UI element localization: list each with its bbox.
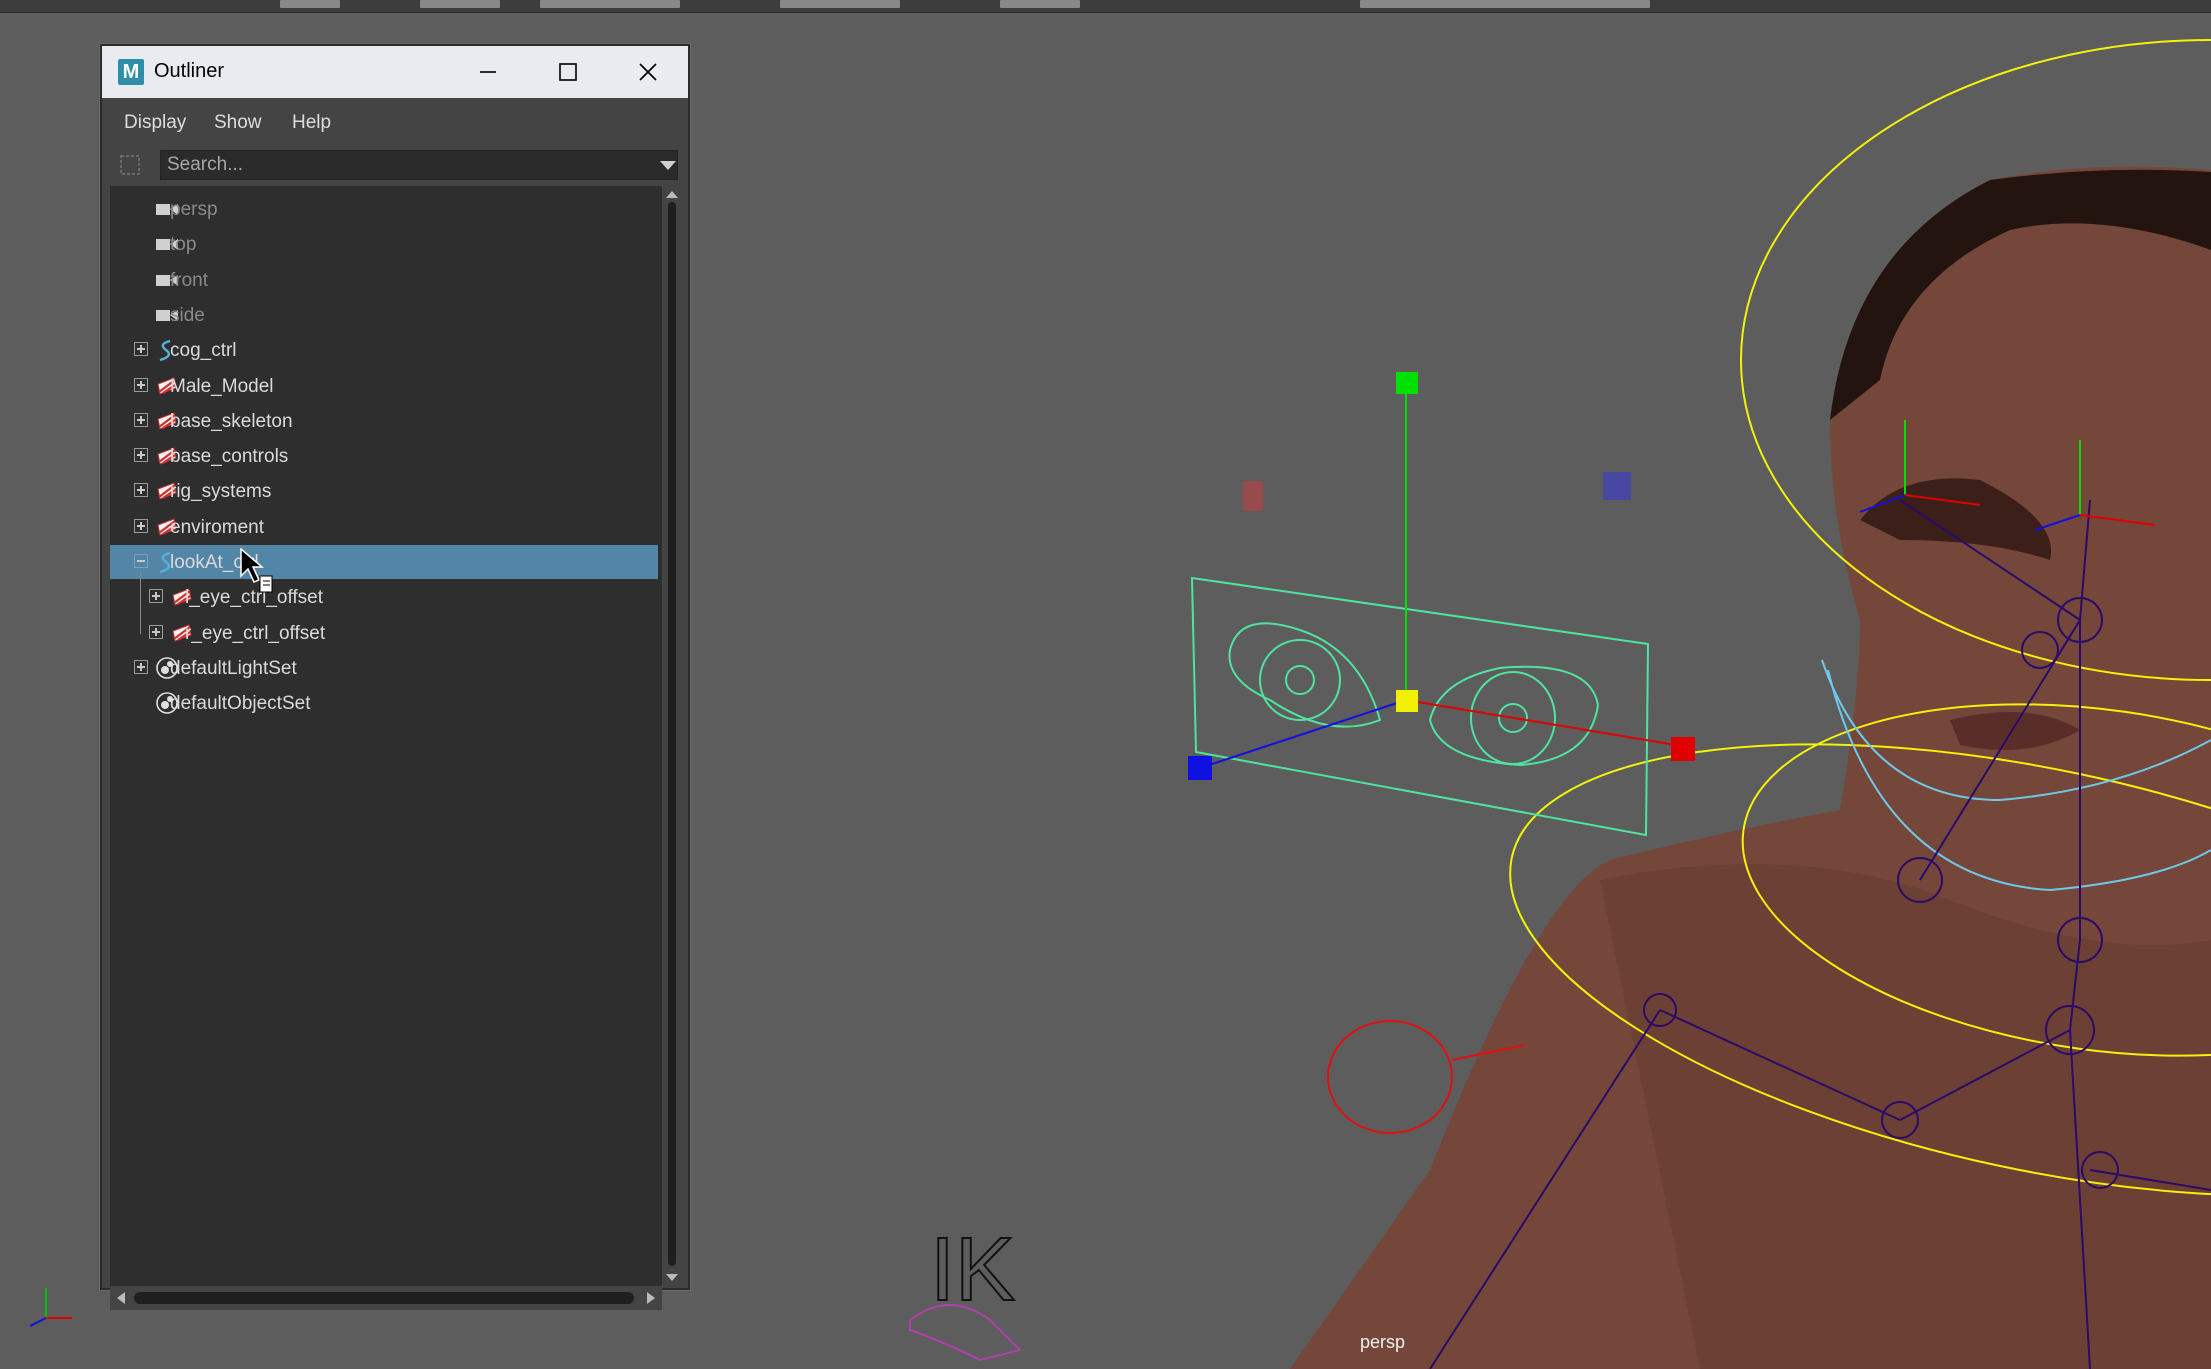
menu-help[interactable]: Help <box>292 112 331 134</box>
expand-icon[interactable] <box>134 377 148 392</box>
toolbar-field[interactable] <box>1360 0 1650 8</box>
collapse-icon[interactable] <box>134 554 148 568</box>
tree-item[interactable]: r_eye_ctrl_offset <box>110 616 658 650</box>
toolbar-icon[interactable] <box>1000 0 1080 8</box>
top-toolbar <box>0 0 2211 13</box>
close-icon <box>639 63 657 81</box>
expand-icon[interactable] <box>134 659 148 674</box>
tree-item[interactable]: top <box>110 227 658 261</box>
tree-item[interactable]: base_controls <box>110 439 658 473</box>
tree-item-label: front <box>170 269 209 291</box>
tree-item[interactable]: cog_ctrl <box>110 333 658 367</box>
expand-icon[interactable] <box>134 342 148 357</box>
minimize-button[interactable] <box>448 46 528 98</box>
tree-item-label: cog_ctrl <box>170 340 237 362</box>
tree-item[interactable]: l_eye_ctrl_offset <box>110 580 658 614</box>
search-row <box>108 146 682 184</box>
toolbar-icon[interactable] <box>420 0 500 8</box>
maximize-icon <box>559 63 577 81</box>
vertical-scrollbar[interactable] <box>662 186 682 1286</box>
tree-item[interactable]: front <box>110 263 658 297</box>
expand-icon[interactable] <box>149 624 163 639</box>
camera-label: persp <box>1360 1332 1406 1352</box>
tree-item-label: base_controls <box>170 446 289 468</box>
tree-item[interactable]: side <box>110 298 658 332</box>
tree-item-label: persp <box>170 199 218 220</box>
scroll-down-icon[interactable] <box>662 1272 682 1284</box>
filter-icon[interactable] <box>118 153 142 177</box>
tree-item-label: defaultObjectSet <box>170 693 311 715</box>
expand-icon[interactable] <box>134 483 148 498</box>
title-bar[interactable]: M Outliner <box>102 46 688 98</box>
toolbar-icon[interactable] <box>780 0 900 8</box>
search-input[interactable] <box>160 150 678 180</box>
toolbar-icon[interactable] <box>540 0 680 8</box>
horizontal-scrollbar[interactable] <box>110 1286 662 1310</box>
search-dropdown-icon[interactable] <box>660 161 676 171</box>
mouse-cursor-icon <box>240 548 273 593</box>
tree-item[interactable]: defaultLightSet <box>110 651 658 685</box>
horizontal-scroll-thumb[interactable] <box>134 1292 634 1304</box>
tree-item-label: side <box>170 304 205 326</box>
menu-show[interactable]: Show <box>214 112 262 134</box>
tree-item[interactable]: rig_systems <box>110 474 658 508</box>
maya-logo-icon: M <box>118 59 144 85</box>
scroll-left-icon[interactable] <box>114 1286 128 1310</box>
tree-item[interactable]: base_skeleton <box>110 404 658 438</box>
scroll-right-icon[interactable] <box>644 1286 658 1310</box>
tree-item-label: rig_systems <box>170 481 272 503</box>
expand-icon[interactable] <box>134 412 148 427</box>
tree-item-label: top <box>170 234 197 256</box>
tree-item[interactable]: lookAt_ctrl <box>110 545 658 579</box>
expand-icon[interactable] <box>149 589 163 604</box>
tree-item[interactable]: persp <box>110 192 658 226</box>
tree-item[interactable]: Male_Model <box>110 369 658 403</box>
outliner-tree[interactable]: persp top front side cog_ctrl Male_Model base_… <box>110 186 662 1286</box>
outliner-window[interactable]: M Outliner Display Show Help persp top fro… <box>100 44 690 1310</box>
maximize-button[interactable] <box>528 46 608 98</box>
minimize-icon <box>480 71 496 73</box>
close-button[interactable] <box>608 46 688 98</box>
tree-item-label: Male_Model <box>170 375 274 397</box>
hierarchy-line <box>140 571 141 634</box>
tree-item[interactable]: enviroment <box>110 510 658 544</box>
menu-bar: Display Show Help <box>106 102 684 144</box>
vertical-scroll-thumb[interactable] <box>668 202 676 1266</box>
window-title: Outliner <box>154 60 225 82</box>
tree-item[interactable]: defaultObjectSet <box>110 686 658 720</box>
scroll-up-icon[interactable] <box>662 188 682 200</box>
tree-item-label: enviroment <box>170 516 264 538</box>
tree-item-label: r_eye_ctrl_offset <box>185 622 326 644</box>
toolbar-icon[interactable] <box>280 0 340 8</box>
tree-item-label: base_skeleton <box>170 410 293 432</box>
expand-icon[interactable] <box>134 518 148 533</box>
menu-display[interactable]: Display <box>124 112 186 134</box>
tree-item-label: defaultLightSet <box>170 657 297 679</box>
expand-icon[interactable] <box>134 448 148 463</box>
